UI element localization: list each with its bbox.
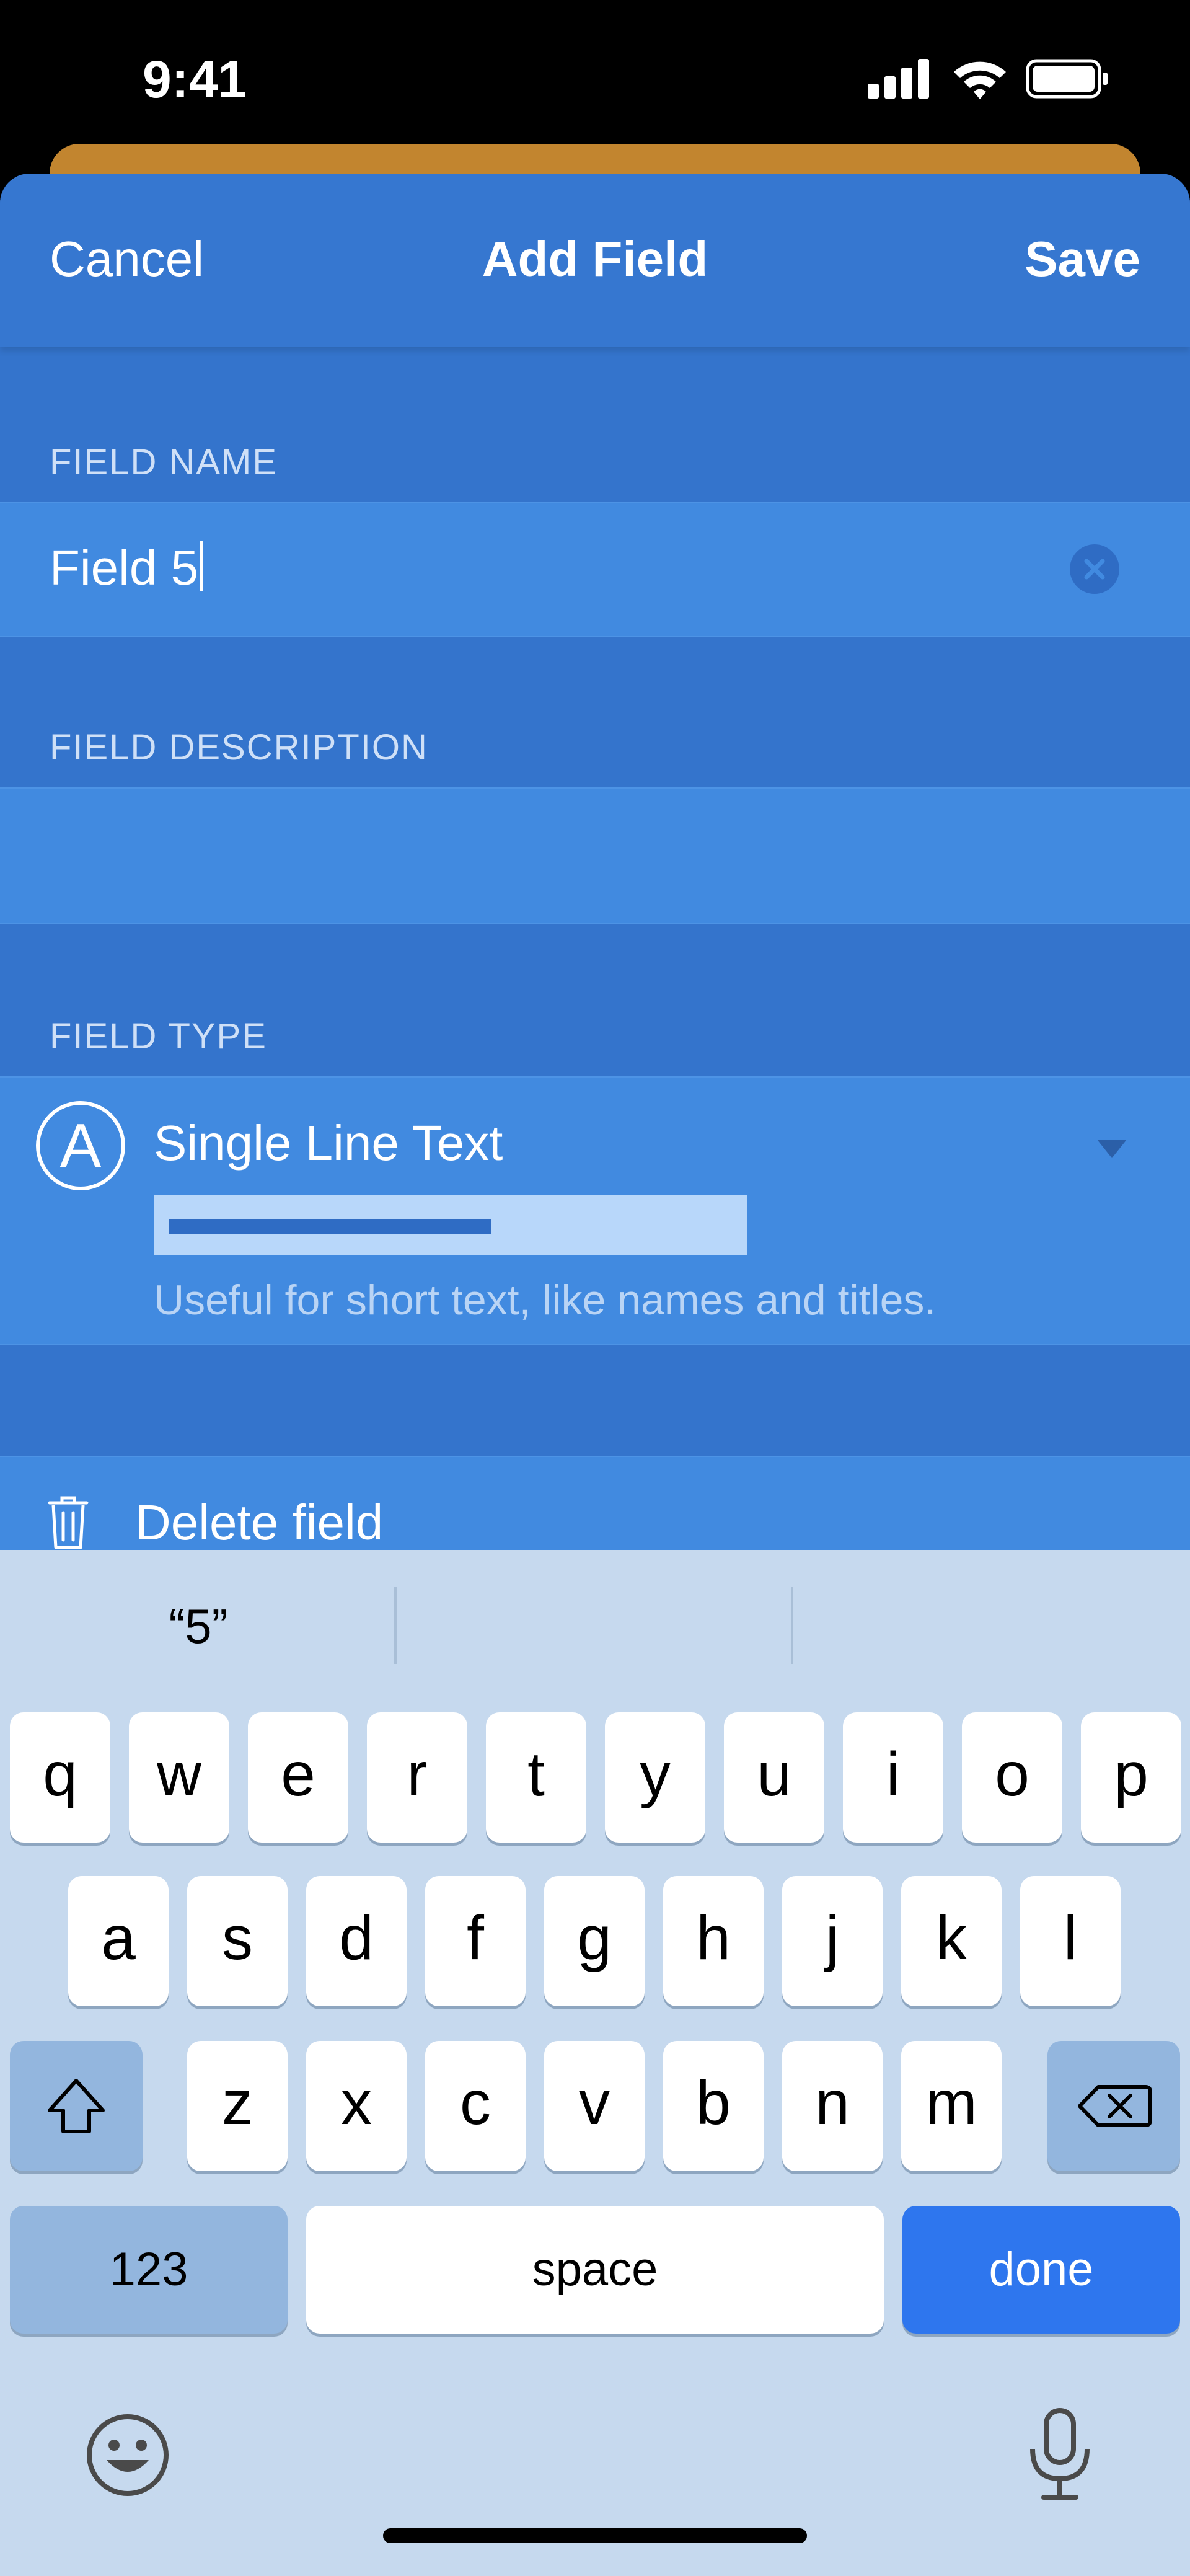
- shift-key[interactable]: [10, 2041, 143, 2171]
- navigation-bar: Add Field Cancel Save: [0, 174, 1190, 347]
- microphone-icon[interactable]: [1023, 2406, 1097, 2505]
- wifi-icon: [954, 61, 1006, 99]
- key-c[interactable]: c: [425, 2041, 526, 2171]
- status-bar: 9:41: [0, 0, 1190, 155]
- delete-field-button[interactable]: Delete field: [0, 1456, 1190, 1550]
- field-description-label: FIELD DESCRIPTION: [50, 727, 428, 768]
- cancel-button[interactable]: Cancel: [50, 231, 204, 288]
- battery-icon: [1026, 59, 1108, 99]
- key-z[interactable]: z: [187, 2041, 288, 2171]
- key-e[interactable]: e: [248, 1712, 348, 1843]
- shift-icon: [48, 2079, 105, 2133]
- text-caret: [200, 541, 203, 591]
- field-name-row[interactable]: Field 5: [0, 502, 1190, 637]
- backspace-key[interactable]: [1047, 2041, 1180, 2171]
- key-w[interactable]: w: [129, 1712, 229, 1843]
- key-v[interactable]: v: [544, 2041, 645, 2171]
- status-time: 9:41: [143, 50, 247, 108]
- field-type-name: Single Line Text: [154, 1115, 503, 1171]
- field-name-value: Field 5: [50, 540, 199, 595]
- numbers-key[interactable]: 123: [10, 2206, 288, 2334]
- trash-icon: [48, 1496, 89, 1549]
- key-p[interactable]: p: [1081, 1712, 1181, 1843]
- key-x[interactable]: x: [306, 2041, 407, 2171]
- backspace-icon: [1078, 2085, 1152, 2127]
- clear-x-glyph: [1084, 559, 1105, 580]
- letter-a-circle-icon: A: [36, 1101, 125, 1190]
- preview-text-bar: [169, 1219, 491, 1234]
- home-indicator: [383, 2528, 807, 2543]
- field-description-input[interactable]: [0, 787, 1190, 924]
- cellular-signal-icon: [868, 59, 929, 99]
- field-name-input[interactable]: Field 5: [50, 539, 203, 596]
- field-type-label: FIELD TYPE: [50, 1016, 267, 1056]
- key-r[interactable]: r: [367, 1712, 467, 1843]
- key-t[interactable]: t: [486, 1712, 586, 1843]
- key-k[interactable]: k: [901, 1876, 1002, 2006]
- key-s[interactable]: s: [187, 1876, 288, 2006]
- field-type-description: Useful for short text, like names and ti…: [154, 1277, 937, 1324]
- suggestion-1[interactable]: “5”: [0, 1598, 397, 1655]
- triangle-down-icon[interactable]: [1097, 1140, 1127, 1158]
- delete-field-label: Delete field: [135, 1495, 384, 1550]
- key-a[interactable]: a: [68, 1876, 169, 2006]
- key-l[interactable]: l: [1020, 1876, 1121, 2006]
- key-q[interactable]: q: [10, 1712, 110, 1843]
- save-button[interactable]: Save: [1025, 231, 1140, 288]
- field-type-selector[interactable]: A Single Line Text Useful for short text…: [0, 1076, 1190, 1345]
- emoji-icon[interactable]: [84, 2412, 171, 2499]
- key-d[interactable]: d: [306, 1876, 407, 2006]
- key-i[interactable]: i: [843, 1712, 943, 1843]
- key-y[interactable]: y: [605, 1712, 705, 1843]
- key-u[interactable]: u: [724, 1712, 824, 1843]
- key-h[interactable]: h: [663, 1876, 764, 2006]
- key-g[interactable]: g: [544, 1876, 645, 2006]
- key-o[interactable]: o: [962, 1712, 1062, 1843]
- field-type-preview: [154, 1195, 747, 1255]
- clear-text-icon[interactable]: [1070, 544, 1119, 594]
- keyboard: “5” q w e r t y u i o p a s d f g h j k …: [0, 1550, 1190, 2576]
- key-n[interactable]: n: [782, 2041, 883, 2171]
- done-key[interactable]: done: [902, 2206, 1180, 2334]
- add-field-sheet: Add Field Cancel Save FIELD NAME Field 5…: [0, 174, 1190, 1550]
- key-m[interactable]: m: [901, 2041, 1002, 2171]
- suggestion-divider: [791, 1587, 793, 1664]
- key-b[interactable]: b: [663, 2041, 764, 2171]
- field-name-label: FIELD NAME: [50, 442, 278, 482]
- suggestion-divider: [394, 1587, 397, 1664]
- space-key[interactable]: space: [306, 2206, 884, 2334]
- key-f[interactable]: f: [425, 1876, 526, 2006]
- key-j[interactable]: j: [782, 1876, 883, 2006]
